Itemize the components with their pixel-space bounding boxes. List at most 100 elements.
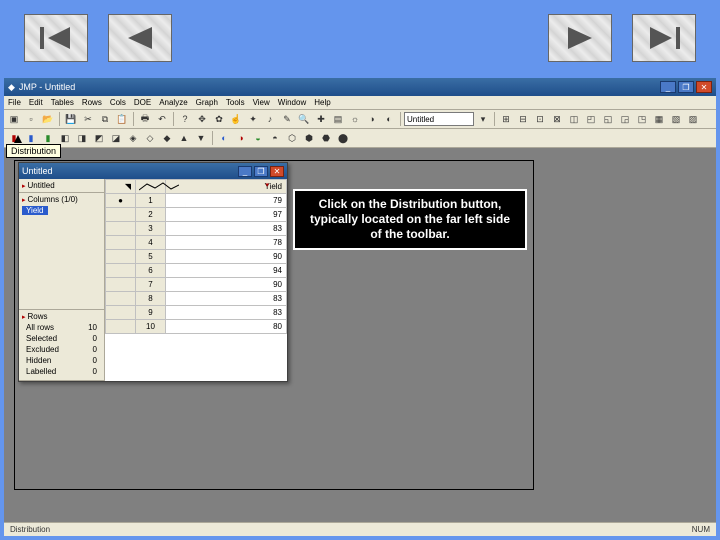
tool-button[interactable]: ▧ bbox=[668, 111, 684, 127]
tool-button[interactable]: ◱ bbox=[600, 111, 616, 127]
menu-file[interactable]: File bbox=[8, 98, 21, 107]
maximize-button[interactable]: ❐ bbox=[678, 81, 694, 93]
chart-button[interactable]: ▲ bbox=[176, 130, 192, 146]
first-slide-button[interactable] bbox=[24, 14, 88, 62]
chart-button[interactable]: ⬣ bbox=[318, 130, 334, 146]
chart-button[interactable]: ◐ bbox=[216, 130, 232, 146]
chart-button[interactable]: ◩ bbox=[91, 130, 107, 146]
disclosure-icon[interactable]: ▸ bbox=[22, 313, 26, 321]
menu-tools[interactable]: Tools bbox=[226, 98, 245, 107]
chart-button[interactable]: ◇ bbox=[142, 130, 158, 146]
copy-button[interactable]: ⧉ bbox=[97, 111, 113, 127]
data-grid-table: ◥Yield ●179 297 383 478 590 694 790 883 … bbox=[105, 179, 287, 334]
tool-button[interactable]: ▤ bbox=[330, 111, 346, 127]
chart-button[interactable]: ◪ bbox=[108, 130, 124, 146]
dw-minimize-button[interactable]: _ bbox=[238, 166, 252, 177]
table-row: 297 bbox=[106, 208, 287, 222]
data-grid[interactable]: ▾ ◥Yield ●179 297 383 478 590 694 790 88… bbox=[105, 179, 287, 381]
tool-button[interactable]: ◰ bbox=[583, 111, 599, 127]
toolbar-row-2: ▮ ▮ ▮ ◧ ◨ ◩ ◪ ◈ ◇ ◆ ▲ ▼ ◐ ◑ ◒ ◓ ⬡ ⬢ ⬣ ⬤ bbox=[4, 129, 716, 148]
disclosure-icon[interactable]: ▸ bbox=[22, 196, 26, 204]
chart-button[interactable]: ◈ bbox=[125, 130, 141, 146]
dw-close-button[interactable]: ✕ bbox=[270, 166, 284, 177]
slide-navigation bbox=[0, 0, 720, 75]
document-name-field[interactable] bbox=[404, 112, 474, 126]
menu-tables[interactable]: Tables bbox=[51, 98, 74, 107]
table-row: 590 bbox=[106, 250, 287, 264]
distribution-button[interactable]: ▣ bbox=[6, 111, 22, 127]
help-button[interactable]: ? bbox=[177, 111, 193, 127]
chart-button[interactable]: ◨ bbox=[74, 130, 90, 146]
last-slide-button[interactable] bbox=[632, 14, 696, 62]
tool-button[interactable]: ♪ bbox=[262, 111, 278, 127]
prev-slide-button[interactable] bbox=[108, 14, 172, 62]
chart-button[interactable]: ⬢ bbox=[301, 130, 317, 146]
zoom-button[interactable]: 🔍 bbox=[296, 111, 312, 127]
tool-button[interactable]: ✎ bbox=[279, 111, 295, 127]
table-row: 694 bbox=[106, 264, 287, 278]
rows-panel: ▸Rows All rows10 Selected0 Excluded0 Hid… bbox=[19, 310, 104, 381]
table-row: 1080 bbox=[106, 320, 287, 334]
save-button[interactable]: 💾 bbox=[63, 111, 79, 127]
tool-button[interactable]: ▦ bbox=[651, 111, 667, 127]
next-slide-button[interactable] bbox=[548, 14, 612, 62]
tool-button[interactable]: ☝ bbox=[228, 111, 244, 127]
tool-button[interactable]: ◳ bbox=[634, 111, 650, 127]
jmp-application-window: ◆ JMP - Untitled _ ❐ ✕ File Edit Tables … bbox=[4, 78, 716, 536]
disclosure-icon[interactable]: ▸ bbox=[22, 182, 26, 190]
toolbar-separator bbox=[133, 112, 134, 126]
chart-button[interactable]: ◒ bbox=[250, 130, 266, 146]
tool-button[interactable]: ◑ bbox=[364, 111, 380, 127]
tool-button[interactable]: ◲ bbox=[617, 111, 633, 127]
distribution-tooltip: Distribution bbox=[6, 144, 61, 158]
tool-button[interactable]: ◐ bbox=[381, 111, 397, 127]
menu-help[interactable]: Help bbox=[314, 98, 330, 107]
rows-summary-row: Selected0 bbox=[24, 334, 99, 343]
table-row: 983 bbox=[106, 306, 287, 320]
undo-button[interactable]: ↶ bbox=[154, 111, 170, 127]
grid-corner[interactable]: ◥ bbox=[106, 180, 136, 194]
menu-graph[interactable]: Graph bbox=[196, 98, 218, 107]
menu-view[interactable]: View bbox=[253, 98, 270, 107]
dropdown-button[interactable]: ▾ bbox=[475, 111, 491, 127]
menu-cols[interactable]: Cols bbox=[110, 98, 126, 107]
new-button[interactable]: ▫ bbox=[23, 111, 39, 127]
chart-button[interactable]: ◑ bbox=[233, 130, 249, 146]
tool-button[interactable]: ⊞ bbox=[498, 111, 514, 127]
cut-button[interactable]: ✂ bbox=[80, 111, 96, 127]
paste-button[interactable]: 📋 bbox=[114, 111, 130, 127]
chart-button[interactable]: ⬤ bbox=[335, 130, 351, 146]
menu-bar: File Edit Tables Rows Cols DOE Analyze G… bbox=[4, 96, 716, 110]
table-row: 383 bbox=[106, 222, 287, 236]
toolbar-separator bbox=[59, 112, 60, 126]
menu-doe[interactable]: DOE bbox=[134, 98, 151, 107]
tool-button[interactable]: ✚ bbox=[313, 111, 329, 127]
close-button[interactable]: ✕ bbox=[696, 81, 712, 93]
column-menu-icon[interactable]: ▾ bbox=[265, 181, 269, 189]
tool-button[interactable]: ▨ bbox=[685, 111, 701, 127]
tool-button[interactable]: ✿ bbox=[211, 111, 227, 127]
tool-button[interactable]: ⊡ bbox=[532, 111, 548, 127]
print-button[interactable]: 🖶 bbox=[137, 111, 153, 127]
menu-analyze[interactable]: Analyze bbox=[159, 98, 187, 107]
tool-button[interactable]: ◫ bbox=[566, 111, 582, 127]
tool-button[interactable]: ⊟ bbox=[515, 111, 531, 127]
chart-button[interactable]: ◓ bbox=[267, 130, 283, 146]
dw-maximize-button[interactable]: ❐ bbox=[254, 166, 268, 177]
column-yield[interactable]: Yield bbox=[22, 206, 48, 215]
table-row: ●179 bbox=[106, 194, 287, 208]
open-button[interactable]: 📂 bbox=[40, 111, 56, 127]
chart-button[interactable]: ⬡ bbox=[284, 130, 300, 146]
menu-window[interactable]: Window bbox=[278, 98, 306, 107]
rows-summary-row: Labelled0 bbox=[24, 367, 99, 376]
menu-edit[interactable]: Edit bbox=[29, 98, 43, 107]
tool-button[interactable]: ☼ bbox=[347, 111, 363, 127]
chart-button[interactable]: ◆ bbox=[159, 130, 175, 146]
tool-button[interactable]: ✥ bbox=[194, 111, 210, 127]
tool-button[interactable]: ⊠ bbox=[549, 111, 565, 127]
chart-button[interactable]: ▼ bbox=[193, 130, 209, 146]
menu-rows[interactable]: Rows bbox=[82, 98, 102, 107]
tool-button[interactable]: ✦ bbox=[245, 111, 261, 127]
minimize-button[interactable]: _ bbox=[660, 81, 676, 93]
callout-pointer-arrow bbox=[14, 135, 22, 143]
